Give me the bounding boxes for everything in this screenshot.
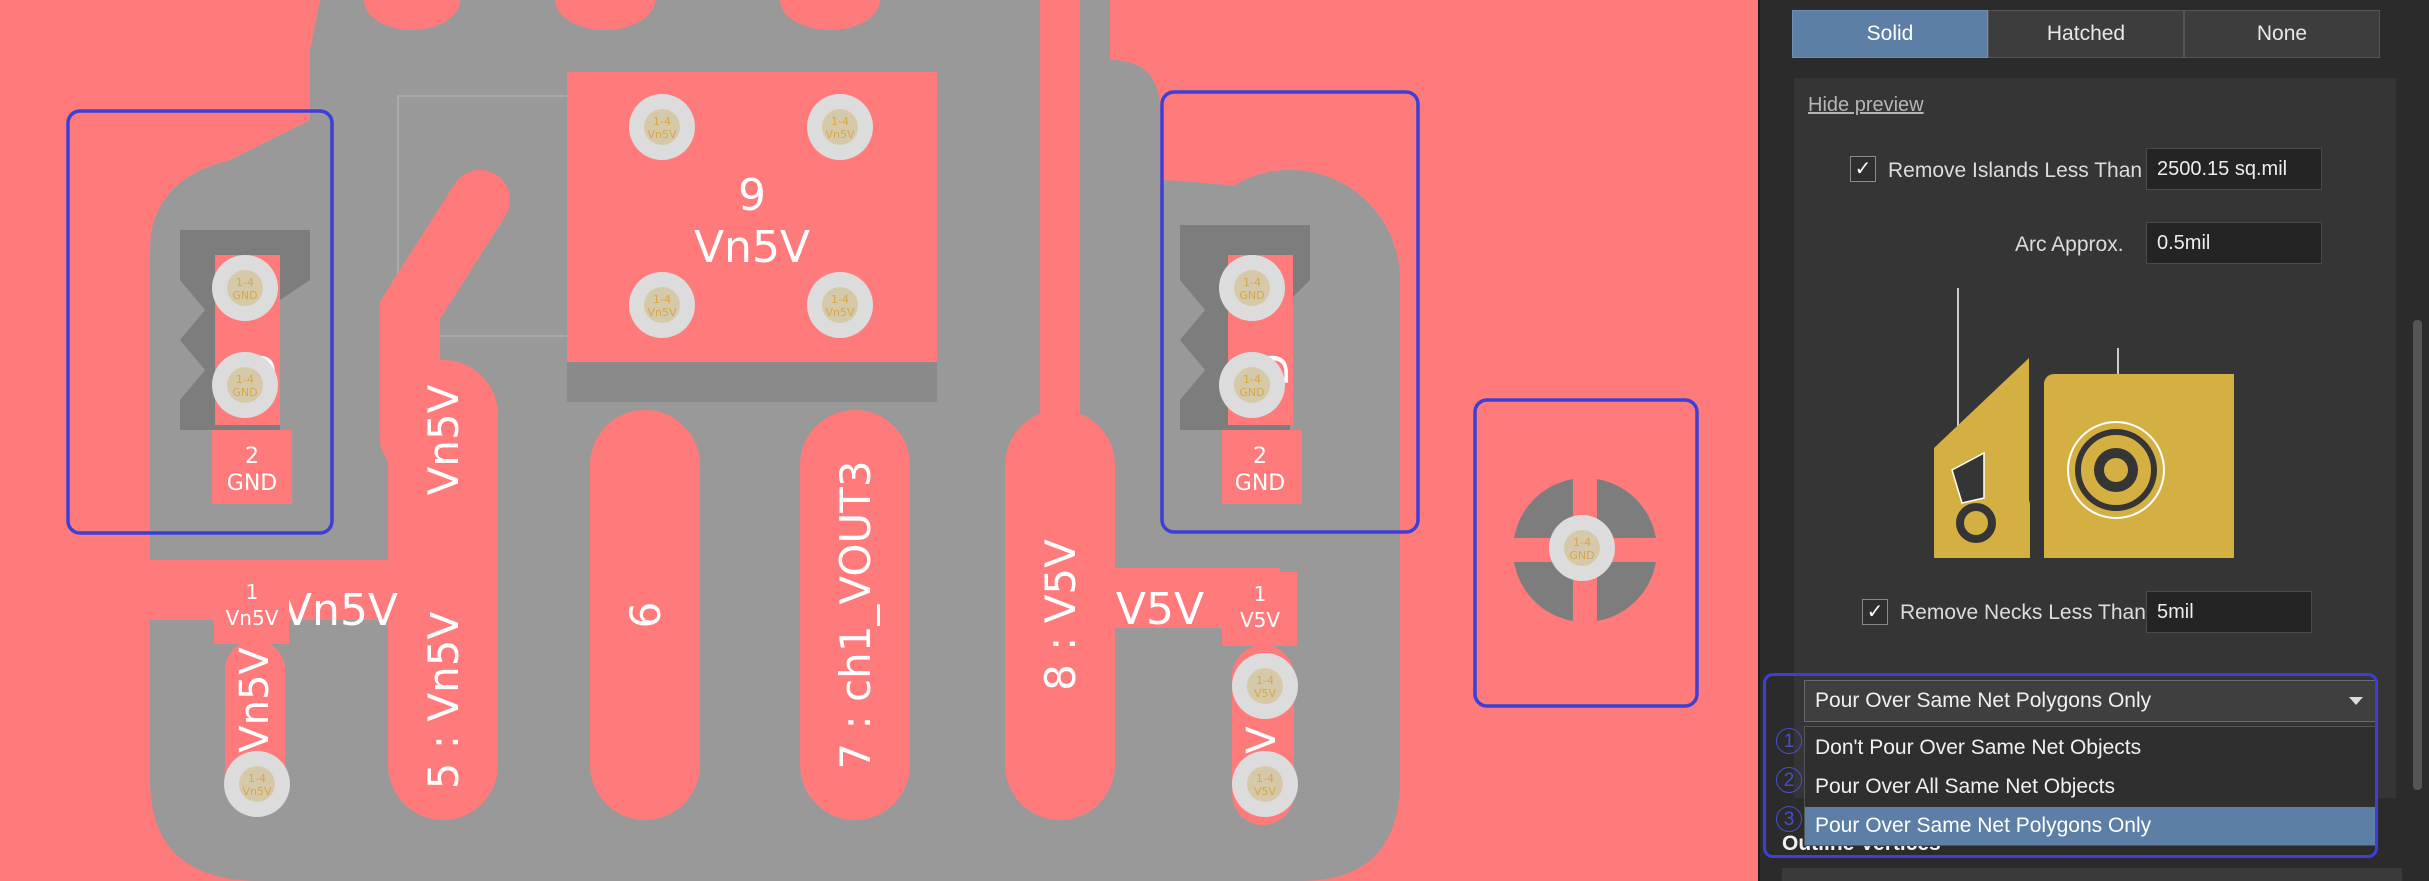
svg-text:1-4: 1-4 <box>831 293 849 306</box>
svg-text:V: V <box>1239 726 1285 754</box>
polygon-preview-graphic <box>1934 288 2234 558</box>
via[interactable]: 1-4 GND <box>212 255 278 321</box>
via[interactable]: 1-4 GND <box>212 352 278 418</box>
svg-text:1-4: 1-4 <box>653 115 671 128</box>
via[interactable]: 1-4 Vn5V <box>629 94 695 160</box>
net5-label: 5 : Vn5V <box>419 611 468 790</box>
svg-text:1-4: 1-4 <box>1243 276 1261 289</box>
remove-necks-input[interactable]: 5mil <box>2146 591 2312 633</box>
svg-text:Vn5V: Vn5V <box>825 306 854 319</box>
svg-text:1: 1 <box>246 580 259 604</box>
right-net-label: V5V <box>1116 584 1204 635</box>
remove-islands-checkbox[interactable]: ✓ <box>1850 156 1876 182</box>
component-9-net: Vn5V <box>694 222 810 273</box>
net7-label: 7 : ch1_VOUT3 <box>831 460 880 769</box>
via[interactable]: 1-4 Vn5V <box>807 272 873 338</box>
remove-necks-label: Remove Necks Less Than <box>1900 601 2146 624</box>
fill-mode-hatched-button[interactable]: Hatched <box>1988 10 2184 58</box>
svg-text:1: 1 <box>1254 582 1267 606</box>
svg-text:Vn5V: Vn5V <box>647 128 676 141</box>
svg-text:V5V: V5V <box>1240 608 1280 632</box>
net6-label: 6 <box>621 602 670 629</box>
remove-necks-checkbox[interactable]: ✓ <box>1862 599 1888 625</box>
svg-text:1-4: 1-4 <box>1256 772 1274 785</box>
svg-text:1-4: 1-4 <box>831 115 849 128</box>
svg-text:V5V: V5V <box>1254 687 1277 700</box>
svg-text:1-4: 1-4 <box>1256 674 1274 687</box>
remove-islands-input[interactable]: 2500.15 sq.mil <box>2146 148 2322 190</box>
via[interactable]: 1-4 GND <box>1549 515 1615 581</box>
via[interactable]: 1-4 Vn5V <box>807 94 873 160</box>
via[interactable]: 1-4 GND <box>1219 255 1285 321</box>
left-net-label: Vn5V <box>282 585 398 636</box>
via[interactable]: 1-4 Vn5V <box>224 751 290 817</box>
svg-text:GND: GND <box>232 386 257 399</box>
via[interactable]: 1-4 V5V <box>1232 653 1298 719</box>
svg-text:Vn5V: Vn5V <box>647 306 676 319</box>
highlight-box <box>1763 673 2378 858</box>
svg-text:GND: GND <box>1239 386 1264 399</box>
scrollbar-thumb[interactable] <box>2413 320 2422 790</box>
svg-text:Vn5V: Vn5V <box>242 785 271 798</box>
svg-text:V5V: V5V <box>1254 785 1277 798</box>
svg-text:GND: GND <box>227 471 277 496</box>
component-9-number: 9 <box>738 170 766 221</box>
via[interactable]: 1-4 Vn5V <box>629 272 695 338</box>
svg-text:Vn5V: Vn5V <box>226 606 279 630</box>
svg-text:1-4: 1-4 <box>1243 373 1261 386</box>
svg-text:Vn5V: Vn5V <box>825 128 854 141</box>
svg-text:GND: GND <box>1235 471 1285 496</box>
svg-text:GND: GND <box>1569 549 1594 562</box>
hide-preview-link[interactable]: Hide preview <box>1808 94 1924 117</box>
svg-text:1-4: 1-4 <box>236 276 254 289</box>
remove-islands-label: Remove Islands Less Than <box>1888 159 2143 182</box>
svg-text:2: 2 <box>245 444 259 469</box>
fill-mode-none-button[interactable]: None <box>2184 10 2380 58</box>
pcb-canvas[interactable]: 9 Vn5V 5 : Vn5V Vn5V 6 7 : ch1_VOUT3 8 :… <box>0 0 1758 881</box>
svg-text:1-4: 1-4 <box>653 293 671 306</box>
svg-text:1-4: 1-4 <box>236 373 254 386</box>
svg-text:2: 2 <box>1253 444 1267 469</box>
svg-text:1-4: 1-4 <box>1573 536 1591 549</box>
svg-text:1-4: 1-4 <box>248 772 266 785</box>
via[interactable]: 1-4 V5V <box>1232 751 1298 817</box>
left-trace-label: Vn5V <box>232 647 278 753</box>
svg-text:GND: GND <box>1239 289 1264 302</box>
net8-label: 8 : V5V <box>1036 539 1085 691</box>
fill-mode-solid-button[interactable]: Solid <box>1792 10 1988 58</box>
net5-short-label: Vn5V <box>419 384 468 495</box>
properties-panel: Solid Hatched None Hide preview ✓ Remove… <box>1758 0 2429 881</box>
svg-text:GND: GND <box>232 289 257 302</box>
via[interactable]: 1-4 GND <box>1219 352 1285 418</box>
